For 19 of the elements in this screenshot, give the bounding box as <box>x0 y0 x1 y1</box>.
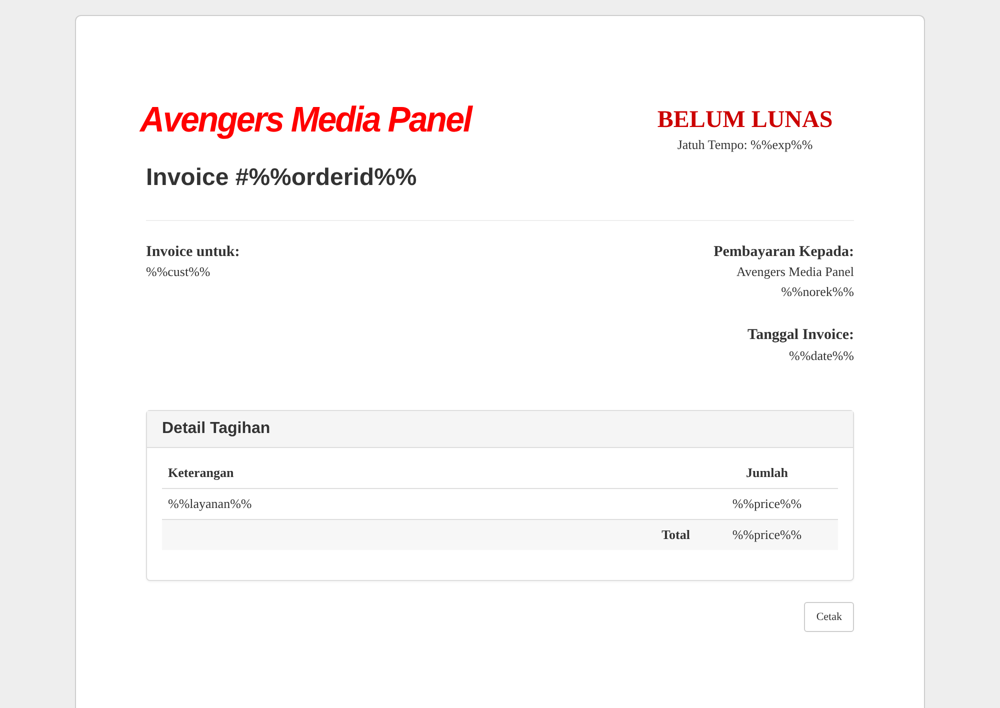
bill-to-line: %%cust%% <box>146 263 212 281</box>
total-amount: %%price%% <box>732 527 802 542</box>
invoice-title: Invoice #%%orderid%% <box>146 163 418 193</box>
due-date: Jatuh Tempo: %%exp%% <box>676 137 814 153</box>
total-label: Total <box>662 527 690 542</box>
column-header: Keterangan <box>168 465 234 480</box>
panel-title: Detail Tagihan <box>162 420 270 437</box>
pay-to-heading: Pembayaran Kepada: <box>714 243 854 262</box>
print-button[interactable]: Cetak <box>804 602 854 632</box>
column-header: Jumlah <box>746 465 788 480</box>
logo: Avengers Media Panel <box>140 99 471 142</box>
invoice-date-heading: Tanggal Invoice: <box>746 326 854 345</box>
table-cell: %%layanan%% <box>168 496 252 511</box>
pay-to-line: Avengers Media Panel <box>736 263 854 281</box>
table-cell: %%price%% <box>732 496 802 511</box>
payment-status: BELUM LUNAS <box>656 106 834 135</box>
pay-to-line: %%norek%% <box>780 283 854 301</box>
invoice-date: %%date%% <box>788 347 854 365</box>
bill-to-heading: Invoice untuk: <box>146 243 240 262</box>
